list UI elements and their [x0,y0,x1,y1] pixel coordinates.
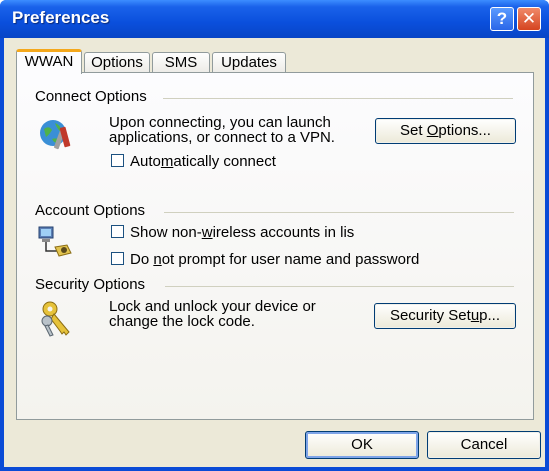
dialog-client-area: WWAN Options SMS Updates Connect Options… [4,38,545,467]
tab-sms[interactable]: SMS [152,52,210,73]
security-setup-button[interactable]: Security Setup... [374,303,516,329]
connect-options-divider [163,98,513,99]
no-prompt-label[interactable]: Do not prompt for user name and password [130,251,419,268]
help-icon: ? [496,9,508,28]
show-non-wireless-checkbox[interactable] [111,225,124,238]
access-key: m [160,153,174,170]
label-part: atically connect [173,153,276,170]
security-description-line2: change the lock code. [109,313,255,330]
auto-connect-checkbox[interactable] [111,154,124,167]
set-options-button[interactable]: Set Options... [375,118,516,144]
account-options-heading: Account Options [35,202,146,219]
label-part: ot prompt for user name and password [161,251,420,268]
ok-button[interactable]: OK [305,431,419,459]
access-key: O [426,122,439,139]
close-button[interactable]: ✕ [517,7,541,31]
security-options-heading: Security Options [35,276,146,293]
account-options-divider [164,212,514,213]
show-non-wireless-label[interactable]: Show non-wireless accounts in lis [130,224,354,241]
label-part: Show non- [130,224,202,241]
button-label-part: p... [479,307,501,324]
window-title: Preferences [12,8,110,27]
title-bar[interactable]: Preferences ? ✕ [0,0,549,38]
globe-tools-icon [40,120,71,150]
button-label-part: ptions... [438,122,491,139]
keys-icon [41,301,70,337]
connect-description-line2: applications, or connect to a VPN. [109,129,335,146]
tab-wwan[interactable]: WWAN [16,49,82,74]
network-computer-icon [38,226,72,257]
tab-label: Updates [221,54,277,71]
wwan-tab-panel: Connect Options Upon connecting, you can… [16,72,534,420]
label-part: ireless accounts in lis [212,224,355,241]
access-key: w [201,224,213,241]
access-key: n [153,251,162,268]
label-part: Do [130,251,154,268]
button-label-part: Security Set [389,307,471,324]
tab-options[interactable]: Options [84,52,150,73]
help-button[interactable]: ? [490,7,514,31]
cancel-button[interactable]: Cancel [427,431,541,459]
button-label-part: Set [400,122,427,139]
no-prompt-checkbox[interactable] [111,252,124,265]
auto-connect-label[interactable]: Automatically connect [130,153,276,170]
connect-options-heading: Connect Options [35,88,147,105]
label-part: Auto [130,153,161,170]
tab-label: Options [91,54,143,71]
security-options-divider [165,286,514,287]
tab-updates[interactable]: Updates [212,52,286,73]
tab-label: WWAN [24,53,74,70]
access-key: u [470,307,480,324]
preferences-dialog: Preferences ? ✕ WWAN Options SMS Updates… [0,0,549,471]
tab-label: SMS [164,54,198,71]
close-icon: ✕ [521,9,537,28]
